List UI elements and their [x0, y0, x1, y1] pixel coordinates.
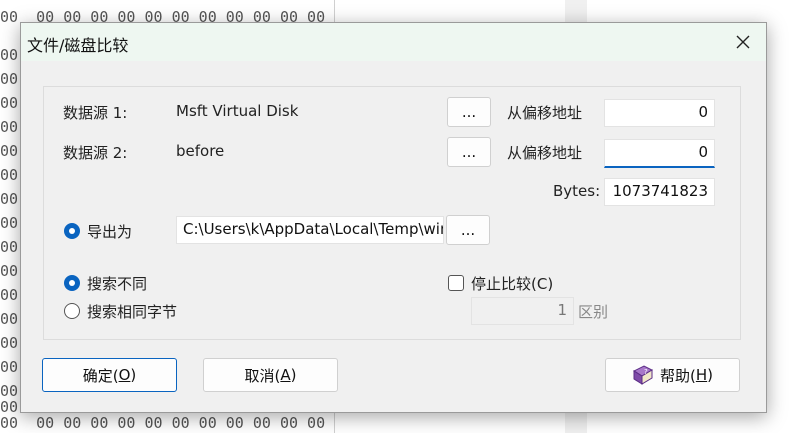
bytes-input[interactable]: 1073741823 [604, 178, 715, 206]
stop-compare-label: 停止比较(C) [471, 275, 554, 293]
hex-row: 00 [0, 166, 19, 184]
hex-row: 00 [0, 46, 19, 64]
ok-button-text: 确定( [82, 366, 119, 385]
hex-row: 00 [0, 286, 19, 304]
cancel-button-key: A [280, 366, 291, 384]
cancel-button-close: ) [290, 366, 297, 384]
offset1-label: 从偏移地址 [507, 104, 583, 122]
search-same-radio[interactable] [64, 303, 80, 319]
hex-row: 00 [0, 262, 19, 280]
ok-button-close: ) [130, 366, 137, 384]
diff-count-input[interactable]: 1 [471, 297, 574, 325]
help-book-icon: ? [632, 365, 654, 385]
search-same-label: 搜索相同字节 [87, 303, 178, 321]
hex-row: 00 [0, 142, 19, 160]
close-button[interactable] [720, 23, 766, 61]
ok-button-key: O [118, 366, 131, 384]
help-button-close: ) [707, 366, 713, 384]
hex-row: 00 [0, 214, 19, 232]
search-diff-radio[interactable] [64, 275, 80, 291]
help-button-text: 帮助( [660, 366, 696, 385]
help-button-key: H [695, 366, 708, 384]
cancel-button-text: 取消( [244, 366, 281, 385]
export-radio[interactable] [64, 223, 80, 239]
title-bar[interactable]: 文件/磁盘比较 [21, 23, 766, 61]
source2-value: before [176, 142, 225, 160]
hex-row: 00 [0, 334, 19, 352]
source1-browse-button[interactable]: ... [447, 97, 491, 127]
dialog-title: 文件/磁盘比较 [27, 36, 129, 55]
source1-value: Msft Virtual Disk [176, 102, 299, 120]
offset1-input[interactable]: 0 [604, 99, 715, 127]
search-diff-label: 搜索不同 [87, 275, 148, 293]
source2-browse-button[interactable]: ... [447, 137, 491, 167]
hex-row: 00 [0, 238, 19, 256]
hex-row: 00 [0, 310, 19, 328]
help-button[interactable]: ? 帮助(H) [605, 358, 740, 392]
export-label: 导出为 [87, 223, 133, 241]
export-browse-button[interactable]: ... [446, 215, 490, 245]
offset2-input[interactable]: 0 [604, 139, 715, 168]
offset2-label: 从偏移地址 [507, 144, 583, 162]
source2-label: 数据源 2: [63, 144, 128, 162]
stop-compare-checkbox[interactable] [448, 275, 464, 291]
diff-unit-label: 区别 [578, 303, 609, 321]
cancel-button[interactable]: 取消(A) [203, 358, 338, 392]
compare-dialog: 文件/磁盘比较 数据源 1: Msft Virtual Disk ... 从偏移… [20, 22, 767, 413]
hex-row: 00 [0, 70, 19, 88]
svg-text:?: ? [644, 368, 648, 376]
close-icon [736, 35, 750, 49]
hex-row: 00 [0, 118, 19, 136]
hex-row: 00 [0, 94, 19, 112]
hex-row: 00 00 00 00 00 00 00 00 00 00 00 00 [0, 414, 326, 432]
source1-label: 数据源 1: [63, 104, 128, 122]
export-path-input[interactable]: C:\Users\k\AppData\Local\Temp\winh [176, 216, 444, 244]
hex-row: 00 [0, 358, 19, 376]
bytes-label: Bytes: [553, 182, 601, 200]
hex-row: 00 [0, 190, 19, 208]
ok-button[interactable]: 确定(O) [42, 358, 177, 392]
